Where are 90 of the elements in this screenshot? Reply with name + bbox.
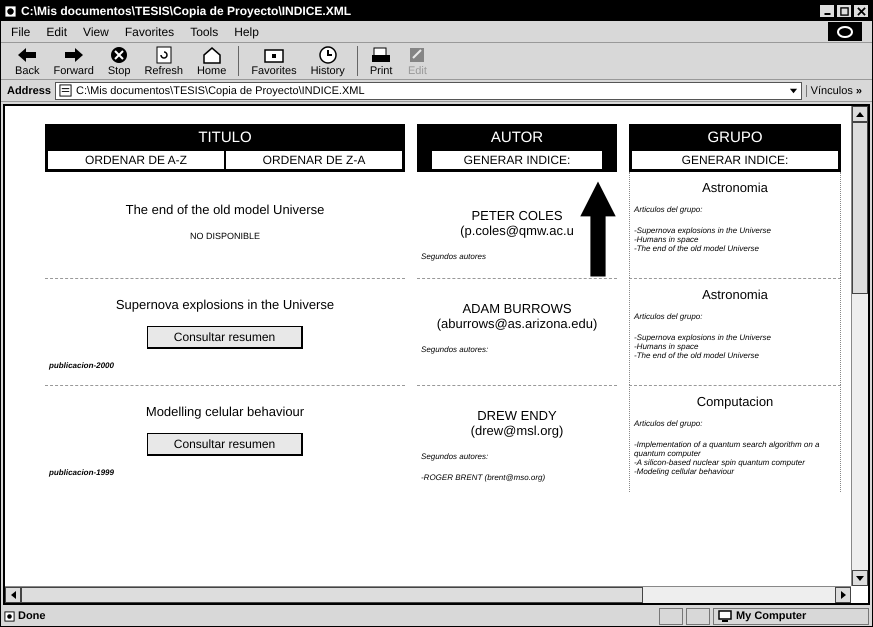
articles-label: Articulos del grupo: [634, 419, 704, 428]
group-article: -Humans in space [634, 235, 700, 244]
status-pane [686, 608, 710, 624]
links-button[interactable]: Vínculos » [806, 84, 866, 96]
sort-button[interactable]: ORDENAR DE Z-A [225, 150, 403, 170]
abstract-button[interactable]: Consultar resumen [146, 326, 304, 349]
coauthor: -ROGER BRENT (brent@mso.org) [421, 473, 546, 482]
vertical-scrollbar[interactable] [851, 106, 868, 586]
coauthors-label: Segundos autores [421, 252, 486, 261]
house-icon [200, 45, 223, 65]
horizontal-scrollbar[interactable] [5, 586, 851, 603]
sort-button[interactable]: ORDENAR DE A-Z [47, 150, 225, 170]
up-arrow-icon [856, 112, 864, 116]
status-pane [659, 608, 683, 624]
menu-item[interactable]: Edit [46, 24, 68, 38]
address-label: Address [7, 84, 52, 96]
browser-icon [4, 4, 17, 18]
article-title: Modelling celular behaviour [146, 404, 304, 419]
window-title: C:\Mis documentos\TESIS\Copia de Proyecto\INDICE.XML [21, 4, 352, 18]
close-button[interactable] [853, 4, 869, 18]
computer-icon [718, 610, 732, 622]
scroll-thumb[interactable] [852, 122, 868, 294]
left-arrow-icon [10, 591, 16, 599]
scroll-left-button[interactable] [5, 587, 21, 603]
articles-label: Articulos del grupo: [634, 205, 704, 214]
group-article: -The end of the old model Universe [634, 244, 760, 253]
toolbar-button[interactable]: Back [13, 45, 42, 77]
group-article: -The end of the old model Universe [634, 351, 760, 360]
publication-year: publicacion-2000 [49, 361, 114, 370]
group-name: Astronomia [701, 287, 769, 302]
index-button[interactable]: GENERAR INDICE: [631, 150, 839, 170]
availability-note: NO DISPONIBLE [190, 231, 260, 241]
column-header: AUTOR [490, 128, 544, 148]
minimize-button[interactable] [819, 4, 835, 18]
toolbar-button[interactable]: History [308, 45, 347, 77]
article-title: Supernova explosions in the Universe [116, 297, 334, 312]
articles-label: Articulos del grupo: [634, 312, 704, 321]
toolbar-button[interactable]: Favorites [249, 45, 299, 77]
group-article: -A silicon-based nuclear spin quantum computer [634, 458, 806, 467]
author-name: ADAM BURROWS [462, 301, 572, 316]
menu-item[interactable]: Tools [190, 24, 218, 38]
author-email: (drew@msl.org) [470, 423, 564, 438]
close-icon [856, 6, 866, 16]
scroll-down-button[interactable] [852, 570, 868, 586]
group-name: Astronomia [701, 180, 769, 195]
coauthors-label: Segundos autores: [421, 345, 488, 354]
menu-item[interactable]: View [83, 24, 109, 38]
coauthors-label: Segundos autores: [421, 452, 488, 461]
author-email: (p.coles@qmw.ac.u [460, 223, 574, 238]
menu-item[interactable]: Help [234, 24, 259, 38]
group-article: -Humans in space [634, 342, 700, 351]
index-button[interactable]: GENERAR INDICE: [431, 150, 603, 170]
menu-item[interactable]: Favorites [124, 24, 174, 38]
group-name: Computacion [696, 394, 774, 409]
group-article: -Supernova explosions in the Universe [634, 226, 772, 235]
scroll-thumb[interactable] [21, 587, 643, 603]
author-email: (aburrows@as.arizona.edu) [436, 316, 598, 331]
abstract-button[interactable]: Consultar resumen [146, 433, 304, 456]
group-article: -Supernova explosions in the Universe [634, 333, 772, 342]
article-title: The end of the old model Universe [126, 202, 324, 217]
down-arrow-icon [856, 576, 864, 580]
author-name: DREW ENDY [477, 408, 557, 423]
author-name: PETER COLES [471, 208, 563, 223]
toolbar-button[interactable]: Stop [106, 45, 132, 77]
publication-year: publicacion-1999 [49, 468, 114, 477]
scroll-right-button[interactable] [835, 587, 851, 603]
page-icon [59, 84, 72, 97]
right-arrow-icon [840, 591, 846, 599]
toolbar-button[interactable]: Forward [51, 45, 96, 77]
group-article: -Modeling cellular behaviour [634, 467, 736, 476]
column-header: GRUPO [706, 128, 764, 148]
right-arrow-icon [62, 45, 85, 65]
scroll-up-button[interactable] [852, 106, 868, 122]
left-arrow-icon [16, 45, 38, 65]
toolbar-button[interactable]: Home [194, 45, 228, 77]
minimize-icon [824, 13, 830, 15]
group-article: -Implementation of a quantum search algorithm on a quantum computer [634, 440, 820, 458]
menu-item[interactable]: File [11, 24, 30, 38]
page-icon [4, 610, 15, 622]
maximize-icon [840, 6, 848, 16]
column-header: TITULO [197, 128, 253, 148]
toolbar-button[interactable]: Print [368, 45, 394, 77]
maximize-button[interactable] [836, 4, 852, 18]
toolbar-button[interactable]: Refresh [142, 45, 185, 77]
dropdown-icon[interactable] [788, 86, 798, 95]
security-zone: My Computer [736, 610, 806, 622]
address-field[interactable]: C:\Mis documentos\TESIS\Copia de Proyecto\INDICE.XML [55, 82, 802, 100]
printer-icon [370, 45, 392, 65]
clock-icon [316, 45, 339, 65]
status-text: Done [18, 610, 46, 622]
